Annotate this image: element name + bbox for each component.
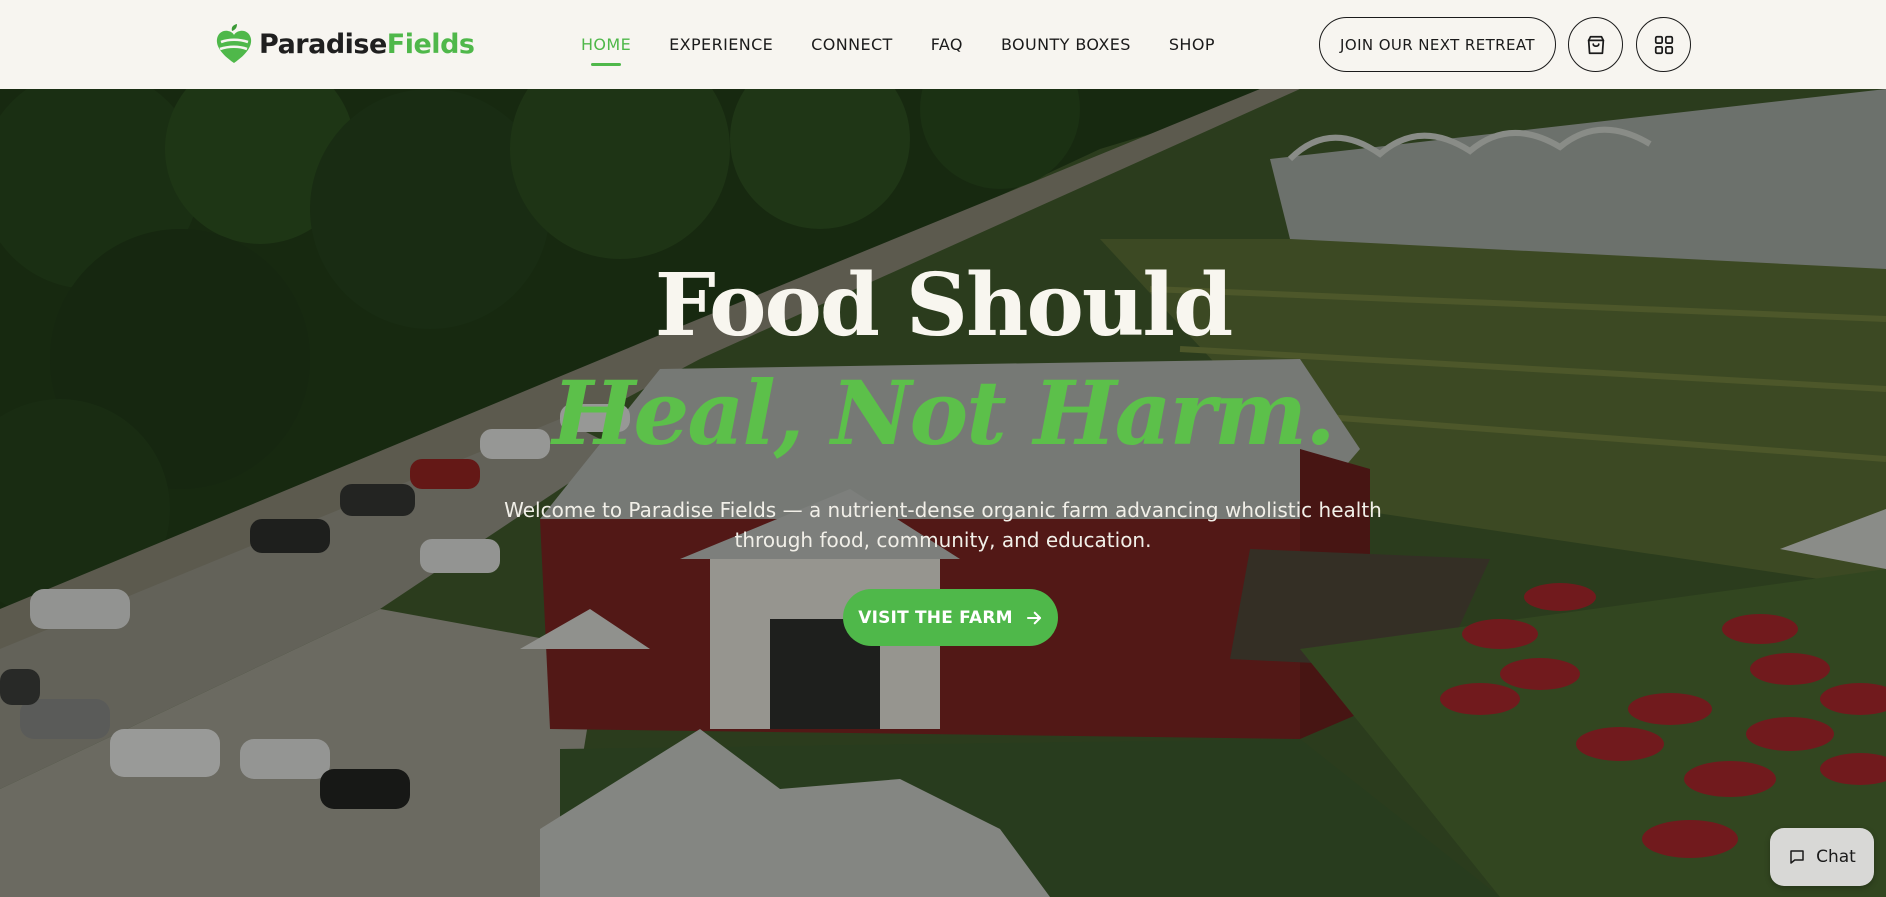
chat-bubble-icon bbox=[1790, 850, 1804, 864]
nav-item-experience[interactable]: EXPERIENCE bbox=[669, 0, 773, 89]
brand-name: ParadiseFields bbox=[259, 28, 475, 60]
hero-headline-line1: Food Should bbox=[654, 255, 1233, 356]
cart-button[interactable] bbox=[1568, 17, 1623, 72]
grid-icon bbox=[1654, 35, 1673, 54]
apps-menu-button[interactable] bbox=[1636, 17, 1691, 72]
arrow-right-icon bbox=[1026, 611, 1041, 624]
visit-farm-label: VISIT THE FARM bbox=[858, 607, 1013, 628]
chat-label: Chat bbox=[1816, 847, 1856, 867]
hero-subtitle: Welcome to Paradise Fields — a nutrient-… bbox=[504, 498, 1382, 552]
nav-item-shop[interactable]: SHOP bbox=[1169, 0, 1215, 89]
nav-item-faq[interactable]: FAQ bbox=[931, 0, 963, 89]
shopping-bag-icon bbox=[1587, 35, 1604, 54]
join-retreat-button[interactable]: JOIN OUR NEXT RETREAT bbox=[1319, 17, 1556, 72]
hero-section: Food Should Heal, Not Harm. Welcome to P… bbox=[0, 89, 1886, 897]
nav-item-bounty-boxes[interactable]: BOUNTY BOXES bbox=[1001, 0, 1131, 89]
chat-button[interactable]: Chat bbox=[1770, 828, 1874, 886]
hero-headline-line2: Heal, Not Harm. bbox=[552, 361, 1336, 465]
nav-item-connect[interactable]: CONNECT bbox=[811, 0, 893, 89]
brand-name-part1: Paradise bbox=[259, 28, 387, 60]
site-header: ParadiseFields HOME EXPERIENCE CONNECT F… bbox=[0, 0, 1886, 89]
brand-logo[interactable]: ParadiseFields bbox=[215, 22, 475, 66]
nav-item-home[interactable]: HOME bbox=[581, 0, 631, 89]
hero-overlay bbox=[0, 89, 1886, 897]
main-nav: HOME EXPERIENCE CONNECT FAQ BOUNTY BOXES… bbox=[581, 0, 1253, 89]
brand-name-part2: Fields bbox=[386, 28, 475, 60]
leaf-heart-icon bbox=[216, 24, 252, 63]
visit-farm-button[interactable]: VISIT THE FARM bbox=[843, 589, 1058, 646]
